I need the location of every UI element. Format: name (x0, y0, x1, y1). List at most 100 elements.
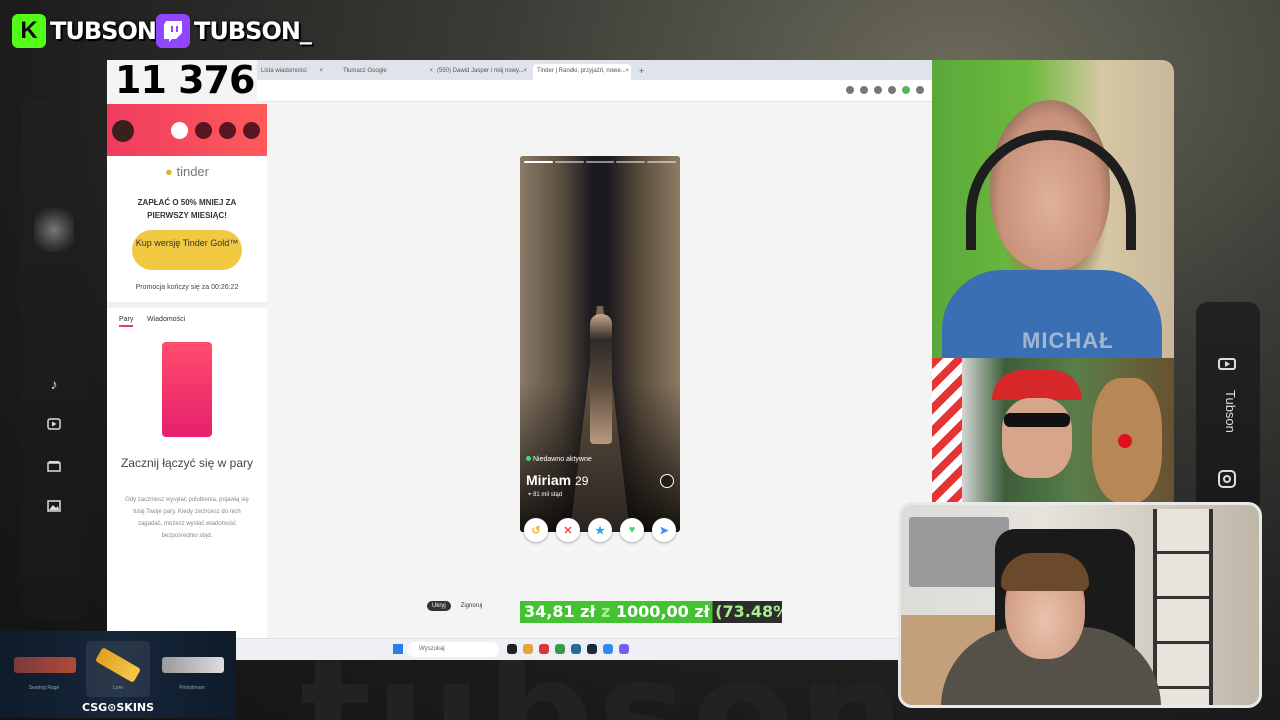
like-button[interactable]: ♥ (620, 518, 644, 542)
kick-name: TUBSON (50, 17, 157, 45)
extension-icon[interactable] (860, 86, 868, 94)
close-tab-icon[interactable]: × (523, 64, 527, 78)
close-tab-icon[interactable]: × (625, 64, 629, 78)
knife-icon (94, 647, 142, 683)
empty-description: Gdy zaczniesz wysyłać polubienia, pojawi… (125, 497, 249, 539)
nope-button[interactable]: ✕ (556, 518, 580, 542)
tinder-wordmark: tinder (176, 164, 209, 179)
clapperboard-icon[interactable] (44, 456, 64, 476)
red-nose (1118, 434, 1132, 448)
action-buttons: ↺ ✕ ★ ♥ ➤ (520, 518, 680, 548)
headset-icon (966, 130, 1136, 250)
keyboard-hints: Ukryj Zignoruj (427, 601, 482, 611)
location-pin-icon: ⌖ (528, 492, 532, 498)
steam-icon[interactable] (587, 644, 597, 654)
webcam-tag: MICHAŁ (1022, 328, 1114, 353)
windows-start-icon[interactable] (393, 644, 403, 654)
santa-hat (992, 370, 1082, 400)
profile-age: 29 (575, 474, 589, 488)
briefcase-icon[interactable] (219, 122, 236, 139)
explorer-icon[interactable] (523, 644, 533, 654)
info-icon[interactable] (660, 474, 674, 488)
tinder-header (107, 104, 267, 156)
browser-tab[interactable]: Lista wiadomości × (257, 64, 325, 80)
taskview-icon[interactable] (507, 644, 517, 654)
user-avatar[interactable] (112, 120, 134, 142)
rifle-icon (162, 657, 224, 673)
photo-indicator (524, 161, 676, 163)
boost-button[interactable]: ➤ (652, 518, 676, 542)
taskbar-search[interactable]: Wyszukaj (407, 642, 499, 657)
profile-card[interactable]: Niedawno aktywne Miriam 29 ⌖ 81 mil stąd (520, 156, 680, 532)
taskbar-apps (507, 644, 629, 654)
profile-distance: ⌖ 81 mil stąd (528, 492, 562, 499)
app-icon[interactable] (603, 644, 613, 654)
promo-timer: Promocja kończy się za 00:26:22 (135, 284, 239, 291)
buy-gold-button[interactable]: Kup wersję Tinder Gold™ (132, 230, 242, 270)
shield-icon[interactable] (243, 122, 260, 139)
star-icon[interactable] (874, 86, 882, 94)
close-tab-icon[interactable]: × (319, 64, 323, 78)
app-icon[interactable] (571, 644, 581, 654)
candy-cane (932, 358, 962, 503)
tab-messages[interactable]: Wiadomości (147, 316, 185, 323)
webcam-guest-1: MICHAŁ (932, 60, 1174, 358)
donation-percent: (73.48% (715, 602, 782, 621)
skin-item: Printstream (154, 641, 230, 697)
promo-text: ZAPŁAĆ O 50% MNIEJ ZA PIERWSZY MIESIĄC! (137, 198, 237, 220)
twitch-name: TUBSON_ (194, 17, 312, 45)
profile-icon[interactable] (902, 86, 910, 94)
image-icon[interactable] (44, 496, 64, 516)
donation-separator: z (601, 602, 611, 621)
activity-status: Niedawno aktywne (526, 456, 592, 463)
channel-avatar (34, 208, 74, 252)
extension-icon[interactable] (846, 86, 854, 94)
play-video-icon[interactable] (44, 414, 64, 434)
channel-name: Tubson (1223, 390, 1238, 433)
rewind-button[interactable]: ↺ (524, 518, 548, 542)
app-icon[interactable] (619, 644, 629, 654)
browser-tab[interactable]: Tłumacz Google × (339, 64, 435, 80)
person-photo (590, 314, 612, 444)
youtube-icon[interactable] (1218, 358, 1236, 370)
skin-label: Searing Rage (28, 685, 60, 691)
chrome-icon[interactable] (555, 644, 565, 654)
hide-hint[interactable]: Ukryj (427, 601, 451, 611)
address-bar[interactable] (257, 80, 932, 102)
browser-tab-active[interactable]: Tinder | Randki, przyjaźń, nowe... × (533, 64, 631, 80)
right-sidebar: Tubson (1196, 302, 1260, 512)
extension-icon[interactable] (888, 86, 896, 94)
tinder-gold-logo: ● tinder (107, 164, 267, 179)
skin-label: Printstream (179, 685, 205, 691)
instagram-icon[interactable] (1218, 470, 1236, 488)
divider (107, 302, 267, 308)
new-tab-button[interactable]: + (635, 64, 647, 80)
csgo-skins-banner[interactable]: Searing Rage Lore Printstream CSG⊙SKINS (0, 631, 236, 718)
toolbar-icons (846, 86, 924, 94)
donation-goal-bar: 34,81 zł z 1000,00 zł (73.48% (520, 601, 782, 623)
tab-label: (550) Dawid Jasper i mój nowy... (437, 68, 524, 74)
menu-icon[interactable] (916, 86, 924, 94)
screen-capture: Lista wiadomości × Tłumacz Google × (550) … (107, 60, 932, 660)
kick-logo-icon: K (12, 14, 46, 48)
app-icon[interactable] (539, 644, 549, 654)
empty-title: Zacznij łączyć się w pary (120, 456, 254, 470)
boost-icon[interactable] (171, 122, 188, 139)
explore-icon[interactable] (195, 122, 212, 139)
empty-matches-card (162, 342, 212, 437)
tab-matches[interactable]: Pary (119, 316, 134, 327)
tinder-sidebar: ● tinder ZAPŁAĆ O 50% MNIEJ ZA PIERWSZY … (107, 104, 267, 660)
music-note-icon[interactable]: ♪ (44, 374, 64, 394)
tab-label: Lista wiadomości (261, 68, 307, 74)
super-like-button[interactable]: ★ (588, 518, 612, 542)
monitor (909, 517, 1009, 587)
webcam-guest-2 (932, 358, 1174, 503)
donation-goal: 1000,00 zł (615, 602, 710, 621)
face (1002, 398, 1072, 478)
skin-item: Searing Rage (6, 641, 82, 697)
flame-icon: ● (164, 164, 173, 179)
browser-tab[interactable]: (550) Dawid Jasper i mój nowy... × (433, 64, 529, 80)
skin-label: Lore (112, 685, 123, 691)
webcam-streamer (898, 502, 1262, 708)
distance-text: 81 mil stąd (533, 492, 563, 498)
